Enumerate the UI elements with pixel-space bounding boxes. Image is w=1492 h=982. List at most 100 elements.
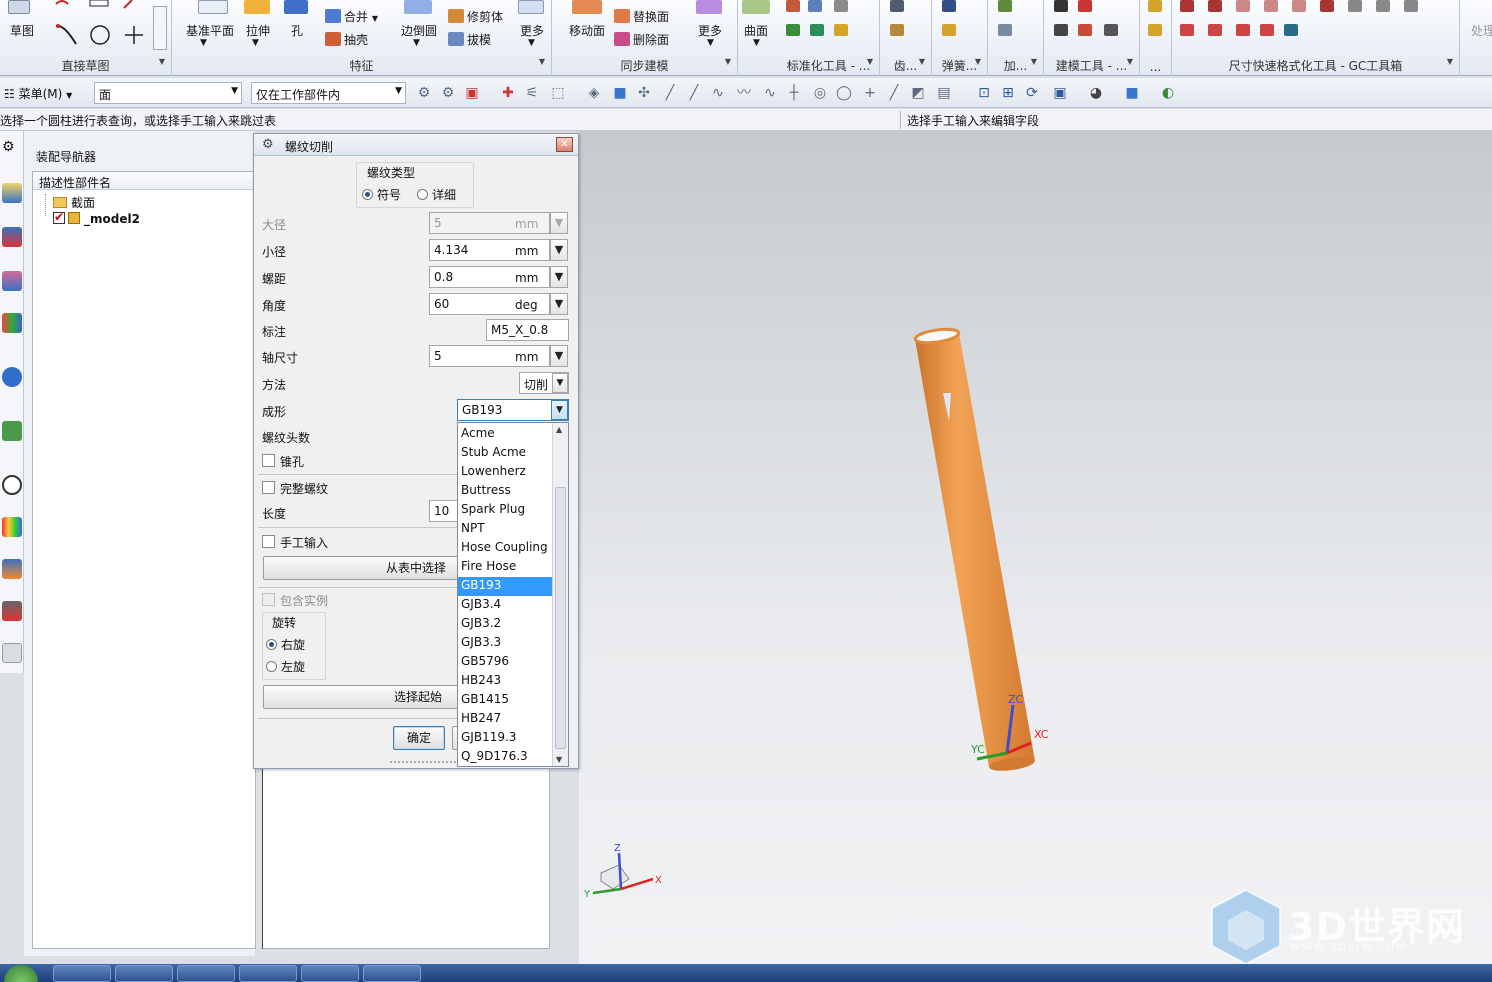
modeling-tool-icon[interactable]: [1104, 24, 1118, 36]
scrollbar-thumb[interactable]: [555, 487, 566, 749]
process-button[interactable]: 处理: [1471, 22, 1492, 39]
major-diameter-input[interactable]: 5: [429, 212, 512, 234]
taskbar-app-browser[interactable]: [53, 965, 111, 982]
dim-format-icon[interactable]: [1180, 24, 1194, 36]
thread-type-symbolic[interactable]: 符号: [362, 186, 401, 203]
rotation-right[interactable]: 右旋: [266, 636, 305, 653]
scroll-down-icon[interactable]: ▼: [556, 755, 562, 764]
start-button[interactable]: [4, 965, 38, 982]
group-expand-icon[interactable]: ▼: [867, 57, 873, 66]
gear-tool-icon[interactable]: [890, 24, 904, 36]
thread-type-detailed[interactable]: 详细: [417, 186, 456, 203]
manual-input-checkbox[interactable]: [262, 535, 275, 548]
web-browser-icon[interactable]: [2, 421, 22, 441]
vertex-icon[interactable]: ✣: [636, 85, 652, 101]
line-icon[interactable]: ╱: [686, 85, 702, 101]
shaft-size-input[interactable]: 5: [429, 345, 512, 367]
selection-scope-dropdown[interactable]: 仅在工作部件内 ▼: [251, 82, 406, 104]
rect-select-icon[interactable]: ⬚: [550, 85, 566, 101]
minor-diameter-input[interactable]: 4.134: [429, 239, 512, 261]
form-option[interactable]: GB193: [458, 577, 553, 596]
line-icon[interactable]: ╱: [886, 85, 902, 101]
display-icon[interactable]: ◐: [1160, 85, 1176, 101]
datum-plane-button[interactable]: 基准平面: [186, 22, 234, 39]
pick-icon[interactable]: ✚: [500, 85, 516, 101]
dim-format-icon[interactable]: [1376, 0, 1390, 12]
chevron-down-icon[interactable]: ▼: [252, 38, 259, 48]
form-option[interactable]: Q_9D176.3: [458, 748, 553, 767]
close-button[interactable]: ✕: [556, 137, 573, 152]
dim-format-icon[interactable]: [1236, 0, 1250, 12]
misc-tool-icon[interactable]: [1148, 24, 1162, 36]
select-start-button[interactable]: 选择起始: [263, 685, 459, 709]
form-option[interactable]: HB243: [458, 672, 553, 691]
dim-format-icon[interactable]: [1348, 0, 1362, 12]
dim-format-icon[interactable]: [1208, 24, 1222, 36]
replace-face-button[interactable]: 替换面: [614, 8, 669, 25]
std-tool-icon[interactable]: [786, 24, 800, 36]
form-option[interactable]: GJB3.3: [458, 634, 553, 653]
length-input[interactable]: 10: [429, 500, 459, 522]
form-option[interactable]: Stub Acme: [458, 444, 553, 463]
curve-icon[interactable]: ∿: [710, 85, 726, 101]
cylinder-part[interactable]: [913, 327, 1035, 773]
sketch-curve-tools-icon[interactable]: [54, 0, 154, 50]
choose-from-table-button[interactable]: 从表中选择: [263, 556, 459, 580]
constraint-navigator-icon[interactable]: [2, 227, 22, 247]
gear-icon[interactable]: ⚙: [262, 137, 274, 152]
body-filter-icon[interactable]: ◈: [586, 85, 602, 101]
taskbar-app-nx[interactable]: [177, 965, 235, 982]
menu-button[interactable]: ☷ 菜单(M) ▼: [4, 85, 72, 102]
process-studio-icon[interactable]: [2, 559, 22, 579]
render-style-icon[interactable]: ◕: [1088, 85, 1104, 101]
radio-detailed[interactable]: [417, 189, 428, 200]
dim-format-icon[interactable]: [1260, 24, 1274, 36]
deselect-icon[interactable]: ⚟: [524, 85, 540, 101]
radio-right-hand[interactable]: [266, 639, 277, 650]
roles-icon[interactable]: [2, 601, 22, 621]
dialog-titlebar[interactable]: ⚙ 螺纹切削 ✕: [254, 134, 578, 156]
shaft-size-menu-icon[interactable]: ▼: [550, 345, 568, 367]
circle-icon[interactable]: ◎: [812, 85, 828, 101]
group-expand-icon[interactable]: ▼: [975, 57, 981, 66]
point-icon[interactable]: ┼: [786, 85, 802, 101]
edge-blend-button[interactable]: 边倒圆: [401, 22, 437, 39]
sketch-button[interactable]: 草图: [10, 22, 34, 39]
dim-format-icon[interactable]: [1320, 0, 1334, 12]
radio-left-hand[interactable]: [266, 661, 277, 672]
form-option[interactable]: Fire Hose: [458, 558, 553, 577]
dim-format-icon[interactable]: [1404, 0, 1418, 12]
chevron-down-icon[interactable]: ▼: [551, 400, 568, 420]
dim-format-icon[interactable]: [1180, 0, 1194, 12]
rotation-left[interactable]: 左旋: [266, 658, 305, 675]
std-tool-icon[interactable]: [834, 24, 848, 36]
chevron-down-icon[interactable]: ▼: [753, 38, 760, 48]
form-option[interactable]: GB5796: [458, 653, 553, 672]
form-option[interactable]: Lowenherz: [458, 463, 553, 482]
group-expand-icon[interactable]: ▼: [159, 57, 165, 66]
face-icon[interactable]: ◩: [910, 85, 926, 101]
misc-tool-icon[interactable]: [1148, 0, 1162, 12]
form-option[interactable]: Spark Plug: [458, 501, 553, 520]
angle-input[interactable]: 60: [429, 293, 512, 315]
dropdown-scrollbar[interactable]: ▲ ▼: [552, 423, 568, 766]
dim-format-icon[interactable]: [1236, 24, 1250, 36]
spline-icon[interactable]: 〰: [736, 85, 752, 101]
more-sync-button[interactable]: 更多: [698, 22, 722, 39]
view-orient-icon[interactable]: ▣: [1052, 85, 1068, 101]
chevron-down-icon[interactable]: ▼: [552, 373, 568, 393]
chevron-down-icon[interactable]: ▼: [707, 38, 714, 48]
form-option[interactable]: HB247: [458, 710, 553, 729]
table-icon[interactable]: ▤: [936, 85, 952, 101]
callout-input[interactable]: M5_X_0.8: [486, 319, 569, 341]
system-materials-icon[interactable]: [2, 643, 22, 663]
cube-view-icon[interactable]: ■: [1124, 85, 1140, 101]
reuse-library-icon[interactable]: [2, 313, 22, 333]
modeling-tool-icon[interactable]: [1054, 0, 1068, 12]
selection-filter-dropdown[interactable]: 面 ▼: [94, 82, 242, 104]
group-expand-icon[interactable]: ▼: [539, 57, 545, 66]
dim-format-icon[interactable]: [1264, 0, 1278, 12]
group-expand-icon[interactable]: ▼: [919, 57, 925, 66]
form-option[interactable]: Hose Coupling: [458, 539, 553, 558]
chevron-down-icon[interactable]: ▼: [413, 38, 420, 48]
